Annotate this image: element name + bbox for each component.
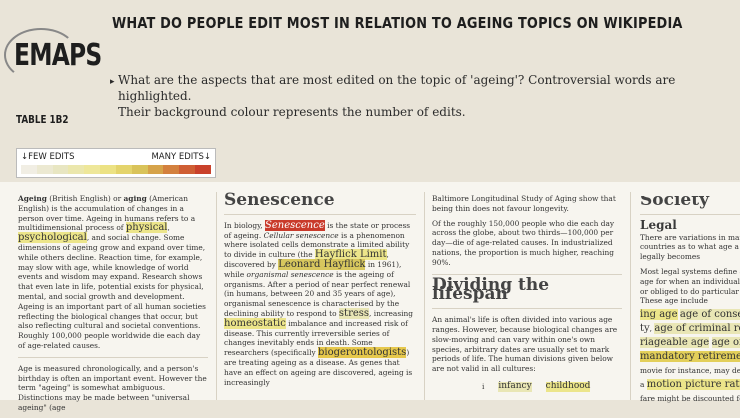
legend-swatch-8 xyxy=(147,165,164,174)
column-society: Society Legal There are variations in ma… xyxy=(640,196,740,406)
legend-swatch-11 xyxy=(195,165,211,174)
subtitle: ▸ What are the aspects that are most edi… xyxy=(110,72,718,120)
age-paragraph: Age is measured chronologically, and a p… xyxy=(18,363,207,412)
text: , xyxy=(167,223,170,233)
highlight-age-of: age of xyxy=(711,337,740,349)
divider xyxy=(224,213,416,215)
highlight-voting-age: ing age xyxy=(640,309,678,321)
table-label: TABLE 1B2 xyxy=(16,113,69,126)
subheading-legal: Legal xyxy=(640,217,677,232)
table-cell: childhood xyxy=(545,380,591,392)
legend-right-label: MANY EDITS↓ xyxy=(151,152,211,162)
legend-color-scale xyxy=(21,165,211,174)
legal-ages-list: ing age age of conse ty, age of criminal… xyxy=(640,308,740,406)
highlight-age-of-consent: age of conse xyxy=(679,309,740,321)
text: In biology, xyxy=(224,220,266,230)
text: fare might be discounted fo xyxy=(640,394,740,404)
column-lifespan: Baltimore Longitudinal Study of Aging sh… xyxy=(432,194,622,392)
column-rule xyxy=(630,192,631,400)
divider xyxy=(640,213,740,215)
thin-longevity-paragraph: Baltimore Longitudinal Study of Aging sh… xyxy=(432,194,616,213)
logo: EMAPS xyxy=(14,38,102,73)
legend-swatch-5 xyxy=(100,165,116,174)
text: a xyxy=(640,380,645,390)
text: (British English) or xyxy=(46,194,124,203)
section-heading-dividing-lifespan: Dividing the lifespan xyxy=(432,274,550,305)
highlight-senescence: Senescence xyxy=(265,219,325,231)
legend-swatch-7 xyxy=(131,165,148,174)
highlight-age-of-criminal-responsibility: age of criminal re xyxy=(654,323,740,335)
article-content: Ageing (British English) or aging (Ameri… xyxy=(0,182,740,412)
section-heading-society: Society xyxy=(640,196,709,210)
column-rule xyxy=(216,192,217,400)
highlight-mandatory-retirement: mandatory retireme xyxy=(640,351,740,363)
legend-swatch-4 xyxy=(84,165,101,174)
subtitle-line2: Their background colour represents the n… xyxy=(118,105,466,119)
term-organismal-senescence: organismal senescence xyxy=(246,269,334,279)
highlight-homeostatic: homeostatic xyxy=(224,317,286,329)
term-cellular-senescence: Cellular senescence xyxy=(263,230,339,240)
legend-swatch-10 xyxy=(179,165,196,174)
intro-paragraph: Ageing (British English) or aging (Ameri… xyxy=(18,194,208,351)
term-ageing: Ageing xyxy=(18,194,47,203)
lifespan-paragraph: An animal's life is often divided into v… xyxy=(432,315,618,374)
section-heading-senescence: Senescence xyxy=(224,190,335,210)
column-senescence: Senescence In biology, Senescence is the… xyxy=(224,190,416,392)
text: , increasing xyxy=(369,308,413,318)
subtitle-line1: What are the aspects that are most edite… xyxy=(118,73,676,103)
highlight-biogerontologists: biogerontologists xyxy=(317,347,407,359)
senescence-paragraph: In biology, Senescence is the state or p… xyxy=(224,219,416,388)
highlight-physical: physical xyxy=(125,222,168,234)
legend-swatch-1 xyxy=(36,165,53,174)
text: movie for instance, may dep xyxy=(640,366,740,376)
legal-paragraph: There are variations in many countries a… xyxy=(640,232,740,262)
deaths-paragraph: Of the roughly 150,000 people who die ea… xyxy=(432,218,615,267)
divider xyxy=(432,308,622,310)
legend-left-label: ↓FEW EDITS xyxy=(21,152,75,162)
term-aging: aging xyxy=(123,194,147,203)
legend-swatch-2 xyxy=(52,165,69,174)
highlight-leonard-hayflick: Leonard Hayflick xyxy=(278,258,366,270)
highlight-psychological: psychological xyxy=(18,232,87,244)
triangle-icon: ▸ xyxy=(110,77,115,87)
text: , and social change. Some dimensions of … xyxy=(18,233,206,350)
column-intro: Ageing (British English) or aging (Ameri… xyxy=(18,194,208,418)
highlight-marriageable-age: riageable age xyxy=(640,337,710,349)
legend-swatch-3 xyxy=(68,165,85,174)
legend-swatch-6 xyxy=(115,165,132,174)
table-cell: infancy xyxy=(498,380,532,392)
highlight-stress: stress xyxy=(338,307,370,319)
header: EMAPS WHAT DO PEOPLE EDIT MOST IN RELATI… xyxy=(0,0,740,130)
legal-ages-paragraph: Most legal systems define a specific age… xyxy=(640,266,740,306)
legend-swatch-0 xyxy=(21,165,37,174)
legend-swatch-9 xyxy=(163,165,180,174)
edit-count-legend: ↓FEW EDITS MANY EDITS↓ xyxy=(16,148,216,178)
table-cell: i xyxy=(482,381,485,391)
divider xyxy=(18,356,208,358)
page-title: WHAT DO PEOPLE EDIT MOST IN RELATION TO … xyxy=(112,14,683,32)
text: ty xyxy=(640,323,650,335)
highlight-motion-picture-rating: motion picture rati xyxy=(646,379,740,391)
lifespan-table-header: i infancy childhood xyxy=(432,380,622,392)
column-rule xyxy=(424,192,425,400)
